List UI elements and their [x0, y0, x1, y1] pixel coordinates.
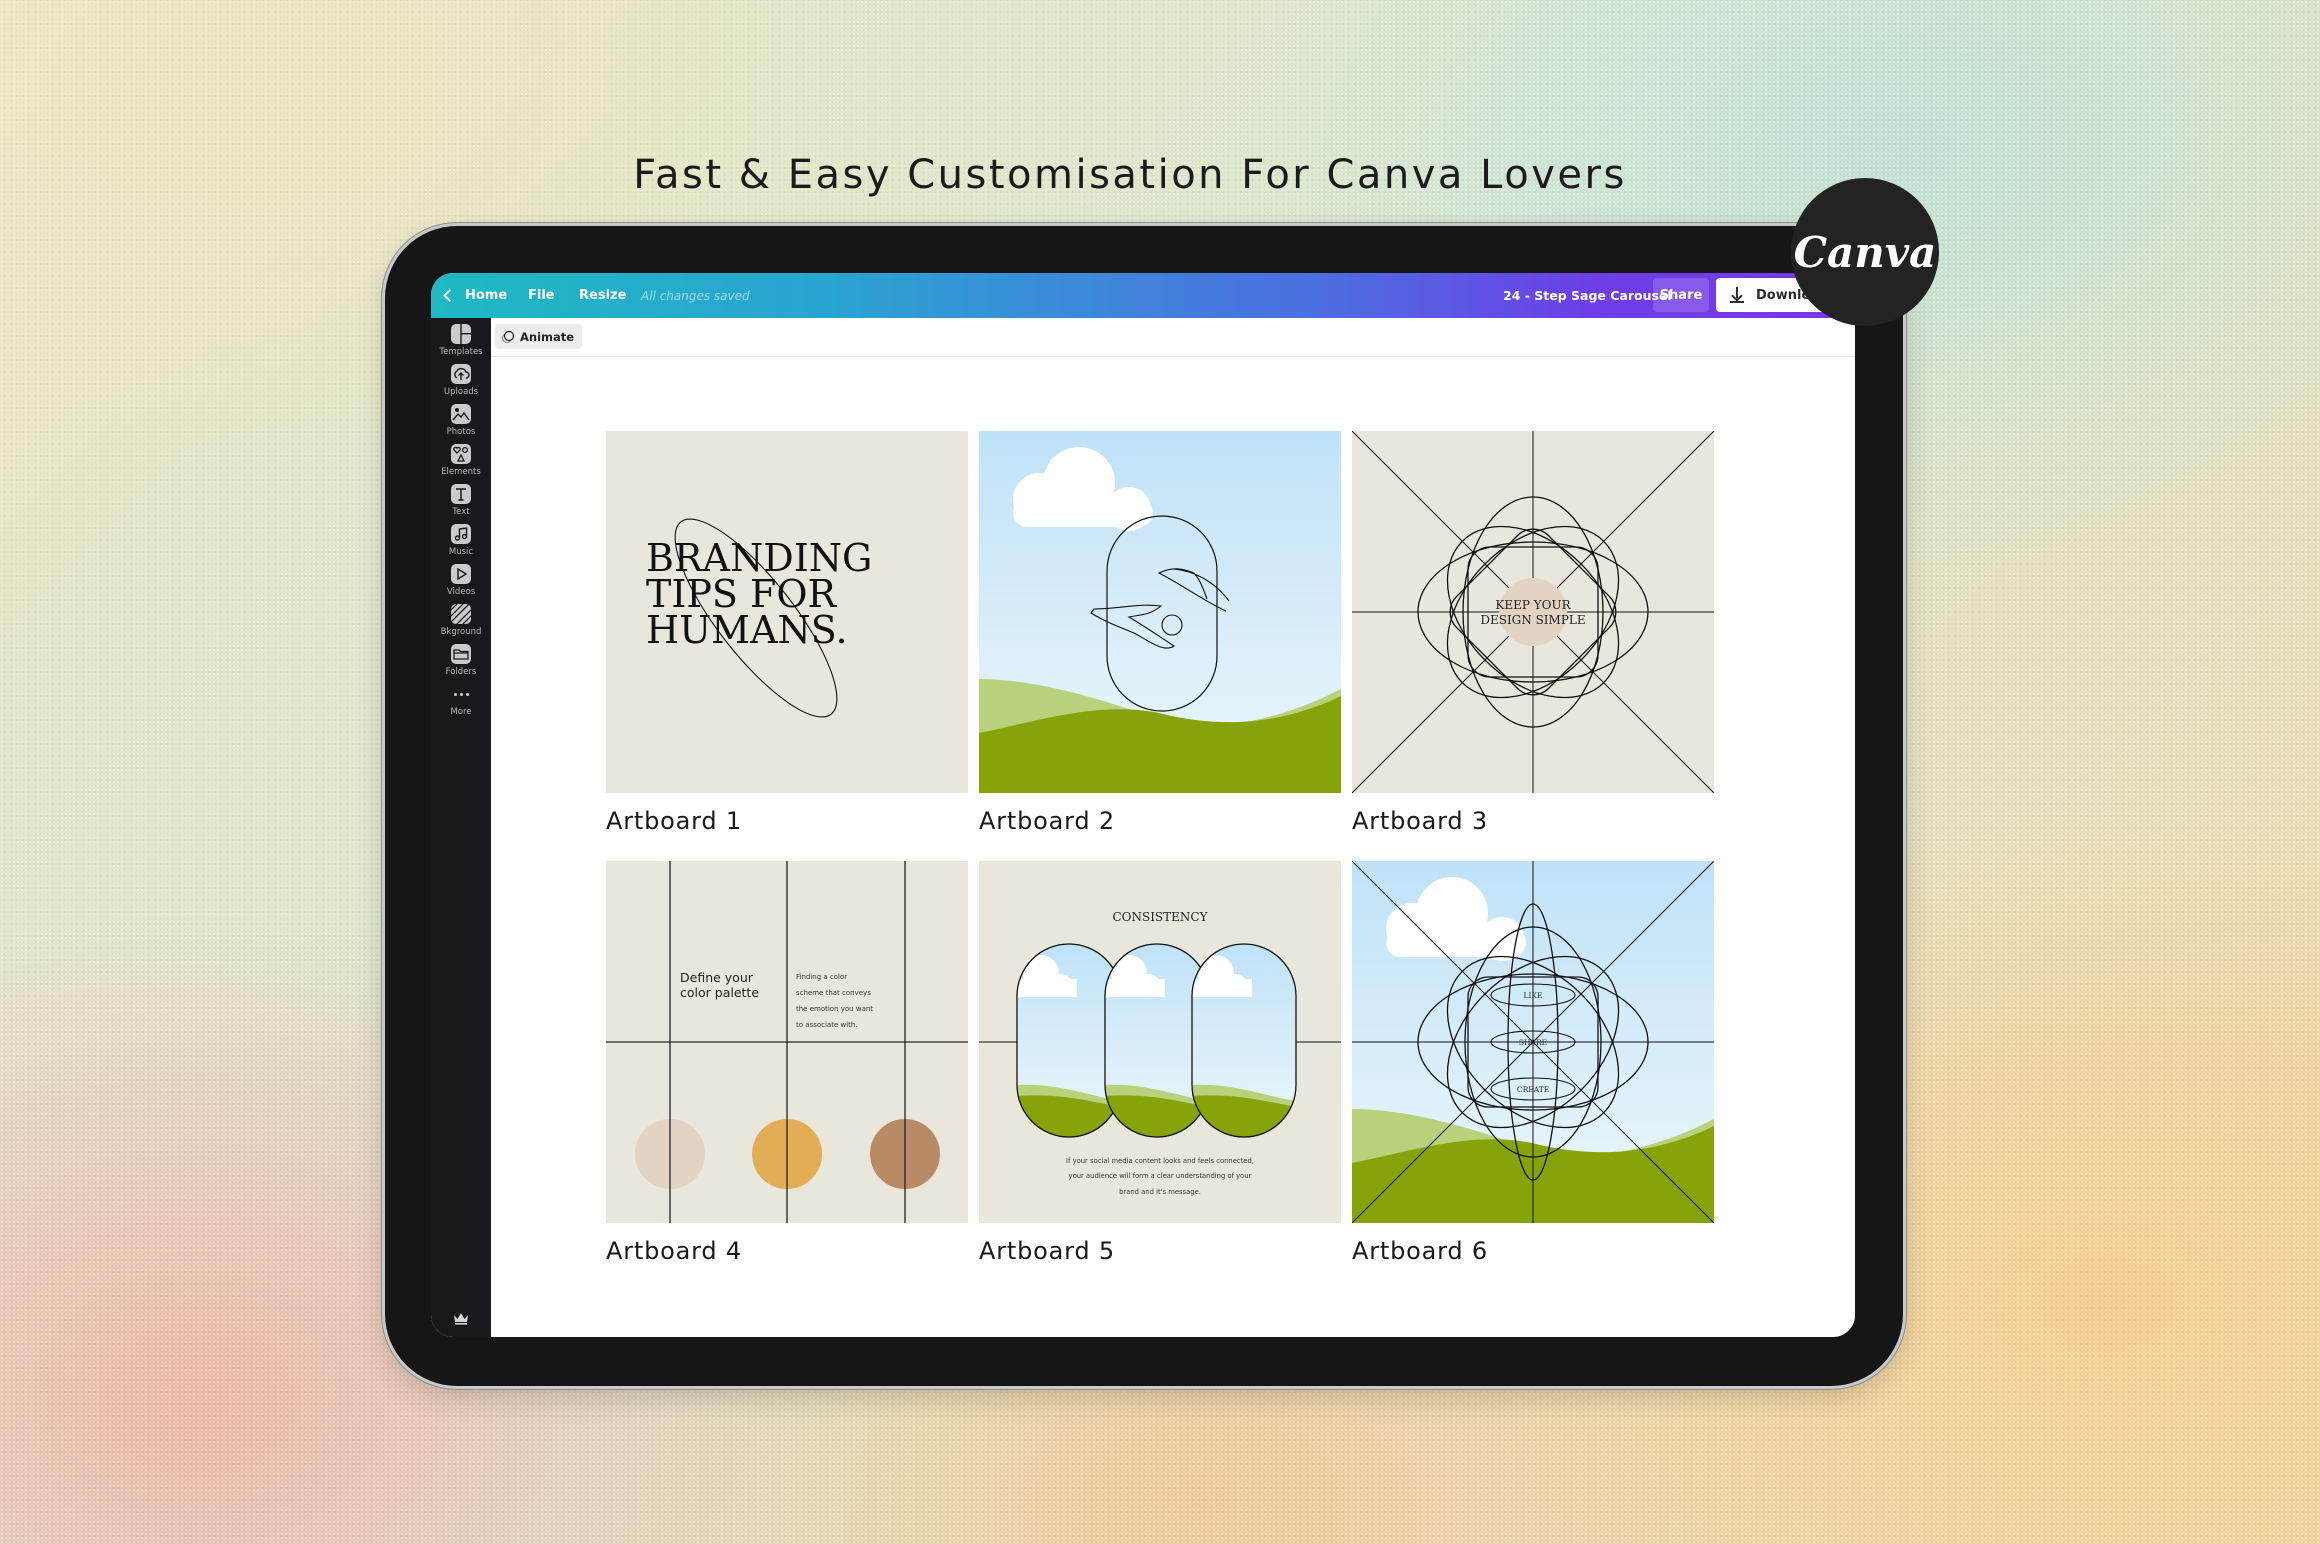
- artboard-4[interactable]: Define your color palette Finding a colo…: [606, 861, 968, 1265]
- artboard-thumbnail[interactable]: KEEP YOUR DESIGN SIMPLE: [1352, 431, 1714, 793]
- save-status-text: All changes saved: [641, 288, 750, 303]
- more-dots-icon: [453, 684, 469, 704]
- consistency-body-line: your audience will form a clear understa…: [1069, 1172, 1252, 1180]
- sidebar-label: Videos: [446, 587, 476, 597]
- sidebar-label: Templates: [439, 347, 483, 357]
- shapes-icon: [451, 444, 471, 464]
- artboard-5[interactable]: CONSISTENCY If your social media content…: [979, 861, 1341, 1265]
- artboard-thumbnail[interactable]: Define your color palette Finding a colo…: [606, 861, 968, 1223]
- resize-button[interactable]: Resize: [579, 273, 626, 318]
- download-icon: [1730, 287, 1744, 303]
- artboard-title-line: HUMANS.: [646, 608, 848, 652]
- chevron-left-icon: [443, 289, 456, 302]
- pill-text: LIKE: [1523, 991, 1542, 1000]
- canva-logo-badge: Canva: [1791, 178, 1939, 326]
- home-button[interactable]: Home: [443, 273, 508, 318]
- editor-sidebar: Templates Uploads Photos Elements Text M…: [431, 318, 491, 1337]
- share-button[interactable]: Share: [1653, 278, 1709, 312]
- animate-button[interactable]: Animate: [495, 324, 583, 349]
- crown-icon[interactable]: [453, 1311, 469, 1325]
- artboard-label[interactable]: Artboard 4: [606, 1237, 968, 1265]
- palette-heading-line: Define your: [680, 970, 754, 985]
- sidebar-label: Uploads: [443, 387, 479, 397]
- artboard-label[interactable]: Artboard 6: [1352, 1237, 1714, 1265]
- consistency-body-line: If your social media content looks and f…: [1066, 1157, 1254, 1165]
- sidebar-item-more[interactable]: More: [431, 684, 491, 734]
- resize-label: Resize: [579, 288, 627, 303]
- sidebar-label: Folders: [445, 667, 477, 677]
- photo-icon: [451, 404, 471, 424]
- artboard-1[interactable]: BRANDING TIPS FOR HUMANS. Artboard 1: [606, 431, 968, 835]
- editor-top-bar: Home File Resize All changes saved 24 - …: [431, 273, 1855, 318]
- promo-headline: Fast & Easy Customisation For Canva Love…: [633, 152, 1627, 198]
- consistency-heading: CONSISTENCY: [1112, 910, 1208, 924]
- artboard-thumbnail[interactable]: BRANDING TIPS FOR HUMANS.: [606, 431, 968, 793]
- editor-toolbar: Animate: [491, 318, 1855, 357]
- artboard-thumbnail[interactable]: CONSISTENCY If your social media content…: [979, 861, 1341, 1223]
- folder-icon: [451, 644, 471, 664]
- consistency-body-line: brand and it's message.: [1119, 1188, 1201, 1196]
- sidebar-label: Elements: [441, 467, 481, 477]
- canva-editor-screen: Home File Resize All changes saved 24 - …: [431, 273, 1855, 1337]
- artboard-text-line: DESIGN SIMPLE: [1480, 613, 1585, 627]
- sidebar-label: Text: [452, 507, 470, 517]
- artboard-text-line: KEEP YOUR: [1495, 598, 1571, 612]
- landscape-window: [1191, 943, 1297, 1138]
- document-title[interactable]: 24 - Step Sage Carousel: [1503, 273, 1672, 318]
- pill-text: SHARE: [1519, 1038, 1547, 1047]
- animate-icon: [501, 330, 515, 343]
- artboard-6[interactable]: LIKE SHARE CREATE Artboard 6: [1352, 861, 1714, 1265]
- save-status: All changes saved: [641, 273, 750, 318]
- templates-icon: [451, 324, 471, 344]
- palette-body-line: the emotion you want: [796, 1005, 873, 1013]
- sidebar-label: Photos: [446, 427, 476, 437]
- file-menu-button[interactable]: File: [528, 273, 555, 318]
- upload-cloud-icon: [451, 364, 471, 384]
- artboard-3[interactable]: KEEP YOUR DESIGN SIMPLE Artboard 3: [1352, 431, 1714, 835]
- artboard-thumbnail[interactable]: [979, 431, 1341, 793]
- background-hatch-icon: [451, 604, 471, 624]
- sidebar-label: Music: [448, 547, 474, 557]
- sidebar-label: Bkground: [440, 627, 482, 637]
- music-note-icon: [451, 524, 471, 544]
- text-icon: [451, 484, 471, 504]
- home-label: Home: [465, 288, 508, 303]
- canva-logo: Canva: [1793, 227, 1937, 277]
- pill-text: CREATE: [1517, 1085, 1549, 1094]
- palette-heading-line: color palette: [680, 985, 759, 1000]
- artboard-2[interactable]: Artboard 2: [979, 431, 1341, 835]
- blush-circle: [1499, 578, 1567, 646]
- artboard-thumbnail[interactable]: LIKE SHARE CREATE: [1352, 861, 1714, 1223]
- artboard-label[interactable]: Artboard 1: [606, 807, 968, 835]
- artboard-label[interactable]: Artboard 2: [979, 807, 1341, 835]
- sidebar-label: More: [450, 707, 472, 717]
- palette-body-line: scheme that conveys: [796, 989, 871, 997]
- artboard-label[interactable]: Artboard 5: [979, 1237, 1341, 1265]
- document-title-text: 24 - Step Sage Carousel: [1503, 288, 1672, 303]
- design-canvas: BRANDING TIPS FOR HUMANS. Artboard 1 Art…: [491, 358, 1855, 1337]
- animate-label: Animate: [520, 329, 575, 344]
- share-label: Share: [1659, 287, 1703, 303]
- artboard-label[interactable]: Artboard 3: [1352, 807, 1714, 835]
- palette-body-line: to associate with.: [796, 1021, 858, 1029]
- file-label: File: [528, 288, 555, 303]
- palette-body-line: Finding a color: [796, 973, 847, 981]
- play-icon: [451, 564, 471, 584]
